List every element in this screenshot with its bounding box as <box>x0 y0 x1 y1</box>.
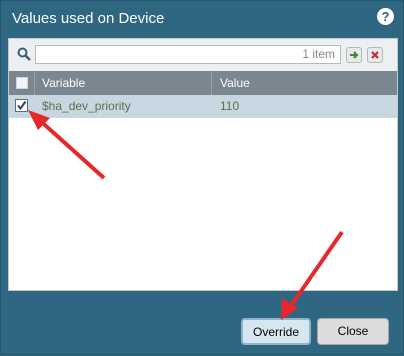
variable-cell: $ha_dev_priority <box>42 99 131 113</box>
dialog-footer: Override Close <box>1 292 404 356</box>
question-mark-icon[interactable]: ? <box>377 8 394 25</box>
arrow-right-icon <box>350 51 359 59</box>
header-check-column <box>9 71 35 95</box>
select-all-checkbox[interactable] <box>16 77 28 89</box>
dialog-titlebar: Values used on Device ? <box>1 1 404 37</box>
magnifier-icon <box>17 47 31 61</box>
apply-filter-button[interactable] <box>346 47 362 63</box>
row-check-cell <box>9 95 34 117</box>
variables-panel: 1 item Variable Value $ha_dev_priority 1… <box>8 38 398 291</box>
item-count: 1 item <box>302 47 335 61</box>
table-header: Variable Value <box>9 71 397 95</box>
table-row[interactable]: $ha_dev_priority 110 <box>9 95 397 118</box>
override-button[interactable]: Override <box>241 318 311 345</box>
dialog-title: Values used on Device <box>12 10 165 27</box>
checkmark-icon <box>17 100 27 111</box>
value-cell: 110 <box>220 99 240 113</box>
row-checkbox[interactable] <box>15 99 28 112</box>
values-used-on-device-dialog: Values used on Device ? 1 item Variable … <box>0 0 404 355</box>
clear-x-icon <box>371 51 379 59</box>
search-toolbar: 1 item <box>9 39 397 72</box>
column-header-value[interactable]: Value <box>213 71 397 95</box>
search-input[interactable]: 1 item <box>35 45 341 64</box>
clear-filter-button[interactable] <box>367 47 383 63</box>
close-button[interactable]: Close <box>317 318 389 345</box>
column-header-variable[interactable]: Variable <box>35 71 212 95</box>
